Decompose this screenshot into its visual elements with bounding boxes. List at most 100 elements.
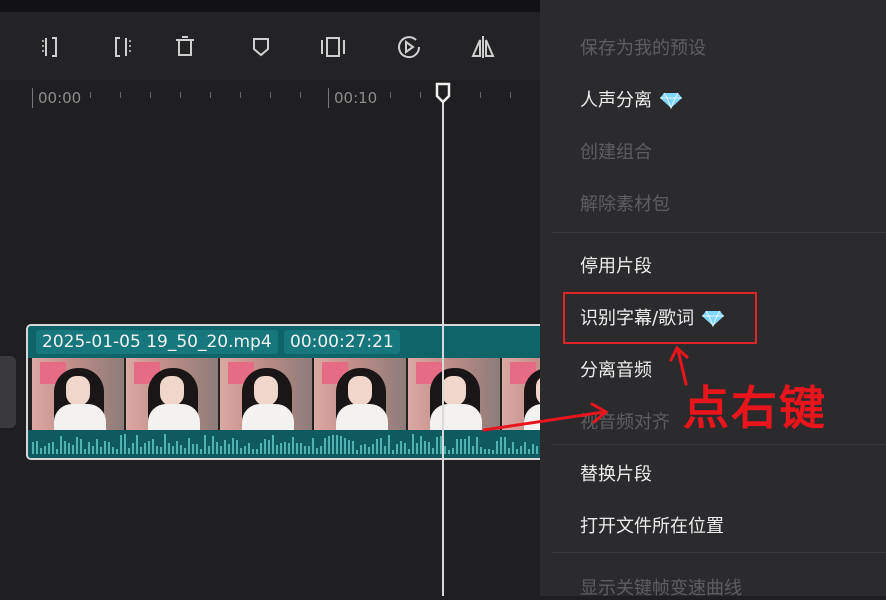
waveform-bar xyxy=(408,449,410,454)
waveform-bar xyxy=(144,443,146,454)
waveform-bar xyxy=(124,434,126,454)
timeline-toolbar xyxy=(0,12,540,80)
ruler-label: 00:10 xyxy=(334,89,378,107)
waveform-bar xyxy=(360,445,362,454)
waveform-bar xyxy=(208,446,210,454)
waveform-bar xyxy=(176,441,178,454)
waveform-bar xyxy=(312,438,314,454)
waveform-bar xyxy=(236,440,238,454)
ruler-tick xyxy=(180,92,181,98)
clip-thumbnail xyxy=(408,358,500,430)
waveform-bar xyxy=(40,448,42,454)
waveform-bar xyxy=(68,443,70,454)
waveform-bar xyxy=(444,446,446,454)
menu-item-label: 解除素材包 xyxy=(580,194,670,215)
waveform-bar xyxy=(420,436,422,454)
marker-icon[interactable] xyxy=(246,32,276,62)
waveform-bar xyxy=(292,437,294,454)
waveform-bar xyxy=(60,436,62,454)
menu-item-open-file-location[interactable]: 打开文件所在位置 xyxy=(580,512,724,538)
menu-item-keyframe-speed-curve[interactable]: 显示关键帧变速曲线 xyxy=(580,574,742,600)
waveform-bar xyxy=(368,447,370,454)
ruler-tick xyxy=(420,92,421,98)
menu-item-vocal-separation[interactable]: 人声分离 xyxy=(580,86,682,112)
menu-item-av-align[interactable]: 视音频对齐 xyxy=(580,408,670,434)
waveform-bar xyxy=(288,443,290,454)
menu-item-save-preset[interactable]: 保存为我的预设 xyxy=(580,34,706,60)
waveform-bar xyxy=(392,450,394,454)
waveform-bar xyxy=(332,435,334,454)
waveform-bar xyxy=(416,443,418,454)
waveform-bar xyxy=(284,442,286,454)
play-circle-icon[interactable] xyxy=(394,32,424,62)
waveform-bar xyxy=(304,446,306,454)
waveform-bar xyxy=(64,441,66,454)
waveform-bar xyxy=(196,444,198,454)
waveform-bar xyxy=(56,449,58,454)
clip-thumbnails xyxy=(28,358,540,430)
delete-icon[interactable] xyxy=(170,32,200,62)
waveform-bar xyxy=(480,447,482,454)
waveform-bar xyxy=(228,444,230,454)
split-left-icon[interactable] xyxy=(38,32,68,62)
waveform-bar xyxy=(212,436,214,454)
waveform-bar xyxy=(448,450,450,454)
menu-separator xyxy=(552,552,886,553)
clip-thumbnail xyxy=(32,358,124,430)
waveform-bar xyxy=(412,434,414,454)
ruler-label: 00:00 xyxy=(38,89,82,107)
waveform-bar xyxy=(376,439,378,454)
waveform-bar xyxy=(120,435,122,454)
waveform-bar xyxy=(84,449,86,454)
waveform-bar xyxy=(352,441,354,454)
clip-thumbnail xyxy=(502,358,540,430)
menu-item-separate-audio[interactable]: 分离音频 xyxy=(580,356,652,382)
menu-item-replace-clip[interactable]: 替换片段 xyxy=(580,460,652,486)
menu-separator xyxy=(552,444,886,445)
timeline-ruler[interactable]: 00:00 00:10 xyxy=(0,80,540,110)
waveform-bar xyxy=(260,443,262,454)
playhead-handle[interactable] xyxy=(434,82,452,104)
menu-item-ungroup-package[interactable]: 解除素材包 xyxy=(580,190,670,216)
waveform-bar xyxy=(48,443,50,454)
ruler-tick xyxy=(240,92,241,98)
waveform-bar xyxy=(316,448,318,454)
menu-item-create-group[interactable]: 创建组合 xyxy=(580,138,652,164)
waveform-bar xyxy=(268,440,270,454)
mirror-icon[interactable] xyxy=(468,32,498,62)
waveform-bar xyxy=(336,435,338,454)
waveform-bar xyxy=(108,442,110,454)
waveform-bar xyxy=(252,449,254,454)
waveform-bar xyxy=(476,437,478,454)
playhead-line[interactable] xyxy=(442,100,444,596)
waveform-bar xyxy=(384,446,386,454)
waveform-bar xyxy=(164,434,166,454)
menu-item-disable-clip[interactable]: 停用片段 xyxy=(580,252,652,278)
waveform-bar xyxy=(156,446,158,454)
waveform-bar xyxy=(276,445,278,454)
waveform-bar xyxy=(428,442,430,454)
freeze-frame-icon[interactable] xyxy=(318,32,348,62)
waveform-bar xyxy=(76,437,78,454)
split-right-icon[interactable] xyxy=(104,32,134,62)
waveform-bar xyxy=(460,439,462,454)
waveform-bar xyxy=(320,446,322,454)
waveform-bar xyxy=(160,447,162,454)
ruler-major-tick xyxy=(328,88,329,108)
waveform-bar xyxy=(244,446,246,454)
waveform-bar xyxy=(300,443,302,454)
track-side-handle[interactable] xyxy=(0,356,16,428)
video-clip[interactable]: 2025-01-05 19_50_20.mp4 00:00:27:21 xyxy=(26,324,540,460)
waveform-bar xyxy=(224,440,226,454)
menu-item-label: 保存为我的预设 xyxy=(580,38,706,59)
waveform-bar xyxy=(104,441,106,454)
waveform-bar xyxy=(168,443,170,454)
waveform-bar xyxy=(496,441,498,454)
waveform-bar xyxy=(112,447,114,454)
clip-duration: 00:00:27:21 xyxy=(284,330,400,354)
waveform-bar xyxy=(484,449,486,454)
menu-item-label: 替换片段 xyxy=(580,464,652,485)
waveform-bar xyxy=(272,435,274,454)
waveform-bar xyxy=(348,440,350,454)
waveform-bar xyxy=(308,446,310,454)
